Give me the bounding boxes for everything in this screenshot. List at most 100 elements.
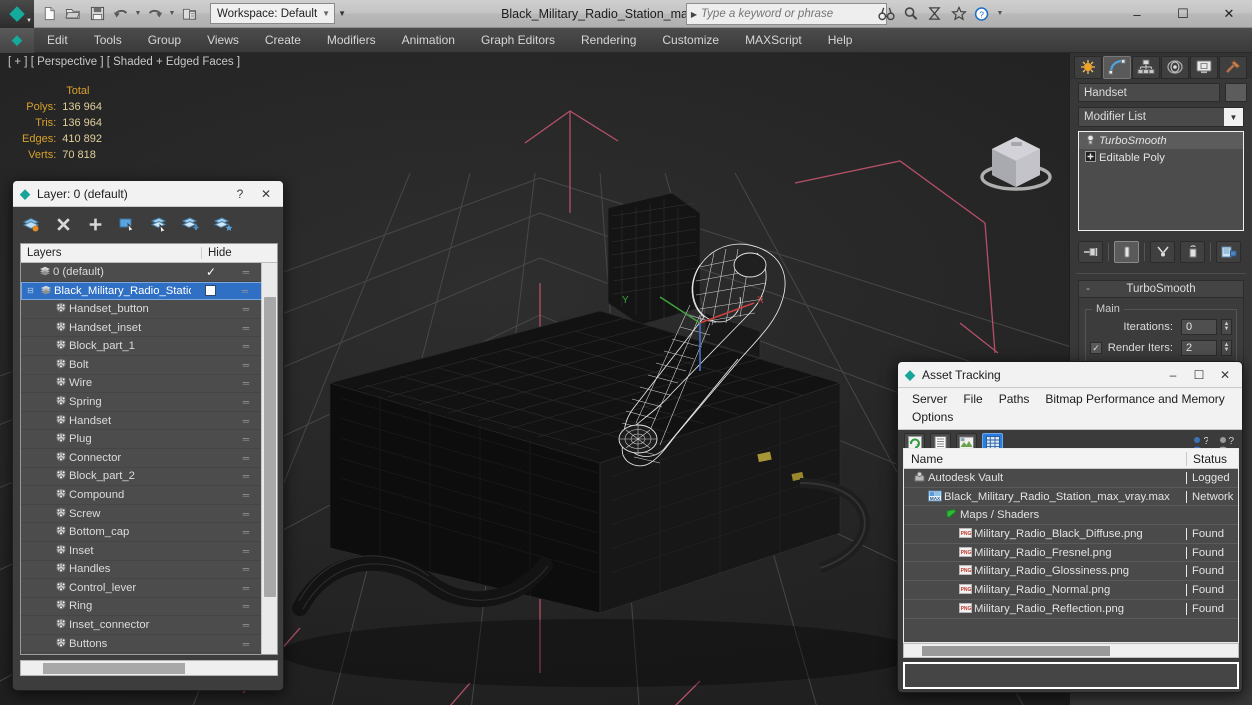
rollout-header[interactable]: - TurboSmooth	[1078, 280, 1244, 298]
asset-row[interactable]: Military_Radio_Glossiness.png Found	[904, 562, 1238, 582]
asset-row[interactable]: Autodesk Vault Logged	[904, 469, 1238, 488]
search-expand-icon[interactable]: ▶	[687, 10, 701, 19]
minimize-button[interactable]: –	[1114, 0, 1160, 28]
layer-freeze-cell[interactable]: ═	[230, 546, 262, 556]
spinner-icon[interactable]: ▲ ▼	[1221, 340, 1232, 356]
select-objects-in-layer-icon[interactable]	[115, 212, 139, 236]
search-input[interactable]	[701, 4, 886, 24]
layer-freeze-cell[interactable]: ═	[230, 620, 262, 630]
layer-help-button[interactable]: ?	[227, 182, 253, 206]
binoculars-icon[interactable]	[876, 3, 897, 24]
new-layer-from-selection-icon[interactable]	[211, 212, 235, 236]
asset-tracking-dialog[interactable]: ◆ Asset Tracking – ☐ ✕ Server File Paths Bi…	[897, 361, 1243, 693]
layer-list[interactable]: 0 (default) ✓ ═ ⊟ Black_Military_Radio_Stati…	[21, 263, 262, 654]
asset-horizontal-scrollbar[interactable]	[903, 643, 1239, 658]
layer-row[interactable]: Control_lever ═	[21, 579, 262, 598]
undo-dropdown-icon[interactable]: ▼	[134, 10, 142, 17]
asset-row[interactable]: MAX Black_Military_Radio_Station_max_vray…	[904, 488, 1238, 507]
layer-freeze-cell[interactable]: ═	[230, 583, 262, 593]
layer-hscroll-thumb[interactable]	[43, 663, 185, 674]
modifier-stack-row[interactable]: TurboSmooth	[1079, 132, 1243, 149]
asset-menu-bitmap-performance-and-memory[interactable]: Bitmap Performance and Memory	[1037, 390, 1232, 408]
menu-item-animation[interactable]: Animation	[389, 28, 468, 53]
layer-vertical-scrollbar[interactable]	[261, 263, 277, 654]
layer-hide-cell[interactable]: ✓	[192, 265, 230, 279]
layer-freeze-cell[interactable]: ═	[230, 341, 262, 351]
compass-icon[interactable]	[924, 3, 945, 24]
help-icon[interactable]: ?	[972, 3, 993, 24]
layer-freeze-cell[interactable]: ═	[230, 434, 262, 444]
asset-grid-rows[interactable]: Autodesk Vault Logged MAX Black_Military_Ra…	[904, 469, 1238, 619]
modifier-list-dropdown[interactable]: Modifier List ▼	[1078, 107, 1244, 127]
layer-row[interactable]: Wire ═	[21, 375, 262, 394]
expand-toggle-icon[interactable]: ⊟	[24, 286, 37, 295]
modifier-stack-row[interactable]: Editable Poly	[1079, 149, 1243, 166]
layer-freeze-cell[interactable]: ═	[230, 639, 262, 649]
asset-row[interactable]: Military_Radio_Fresnel.png Found	[904, 544, 1238, 563]
asset-row[interactable]: Military_Radio_Normal.png Found	[904, 581, 1238, 600]
field-value[interactable]: 2	[1181, 340, 1217, 356]
layer-freeze-cell[interactable]: ═	[229, 286, 261, 296]
layer-freeze-cell[interactable]: ═	[230, 564, 262, 574]
modifier-stack[interactable]: TurboSmooth Editable Poly	[1078, 131, 1244, 231]
hierarchy-tab[interactable]	[1132, 55, 1160, 79]
collapse-icon[interactable]: -	[1079, 283, 1097, 295]
menu-item-maxscript[interactable]: MAXScript	[732, 28, 815, 53]
workspace-selector[interactable]: Workspace: Default ▼	[210, 3, 336, 24]
asset-row[interactable]: Military_Radio_Black_Diffuse.png Found	[904, 525, 1238, 544]
asset-hscroll-thumb[interactable]	[922, 646, 1110, 656]
menu-item-graph-editors[interactable]: Graph Editors	[468, 28, 568, 53]
menu-item-group[interactable]: Group	[135, 28, 194, 53]
layer-freeze-cell[interactable]: ═	[230, 509, 262, 519]
open-file-icon[interactable]	[62, 3, 84, 25]
layer-freeze-cell[interactable]: ═	[230, 527, 262, 537]
layer-row[interactable]: 0 (default) ✓ ═	[21, 263, 262, 282]
turbosmooth-rollout[interactable]: - TurboSmooth Main Iterations: 0 ▲ ▼ ✓ Render…	[1078, 280, 1244, 372]
hide-checkbox[interactable]	[204, 285, 216, 297]
maximize-button[interactable]: ☐	[1160, 0, 1206, 28]
layer-row[interactable]: Bottom_cap ═	[21, 523, 262, 542]
asset-menu-server[interactable]: Server	[904, 390, 955, 408]
make-unique-button[interactable]	[1150, 241, 1175, 263]
layer-row[interactable]: Buttons ═	[21, 635, 262, 654]
asset-grid[interactable]: Name Status Autodesk Vault Logged MAX Black…	[903, 448, 1239, 643]
layer-row[interactable]: Panel═	[21, 653, 262, 654]
chevron-down-icon[interactable]: ▼	[1224, 108, 1243, 126]
menu-item-create[interactable]: Create	[252, 28, 314, 53]
search-box[interactable]: ▶	[686, 3, 887, 25]
add-layer-icon[interactable]	[83, 212, 107, 236]
layer-row[interactable]: Connector ═	[21, 449, 262, 468]
menu-item-tools[interactable]: Tools	[81, 28, 135, 53]
create-tab[interactable]	[1074, 55, 1102, 79]
display-tab[interactable]	[1190, 55, 1218, 79]
utilities-tab[interactable]	[1219, 55, 1247, 79]
layer-list-panel[interactable]: Layers Hide 0 (default) ✓ ═ ⊟ Black_Military…	[20, 243, 278, 655]
layer-row[interactable]: Compound ═	[21, 486, 262, 505]
layer-freeze-cell[interactable]: ═	[230, 490, 262, 500]
application-menu-button[interactable]: ◆ ▼	[0, 0, 34, 28]
asset-row[interactable]: Military_Radio_Reflection.png Found	[904, 600, 1238, 619]
menu-item-views[interactable]: Views	[194, 28, 252, 53]
remove-modifier-button[interactable]	[1180, 241, 1205, 263]
layer-freeze-cell[interactable]: ═	[230, 471, 262, 481]
asset-maximize-button[interactable]: ☐	[1186, 363, 1212, 387]
delete-layer-icon[interactable]	[51, 212, 75, 236]
workspace-dropdown-button[interactable]: ▼	[335, 3, 349, 24]
field-checkbox[interactable]: ✓	[1090, 342, 1102, 354]
save-file-icon[interactable]	[86, 3, 108, 25]
asset-menu-options[interactable]: Options	[904, 408, 961, 426]
layer-row[interactable]: ⊟ Black_Military_Radio_Station ═	[21, 281, 262, 301]
layer-freeze-cell[interactable]: ═	[230, 267, 262, 277]
layer-horizontal-scrollbar[interactable]	[20, 660, 278, 676]
redo-icon[interactable]	[144, 3, 166, 25]
asset-minimize-button[interactable]: –	[1160, 363, 1186, 387]
layer-freeze-cell[interactable]: ═	[230, 304, 262, 314]
magnifier-icon[interactable]	[900, 3, 921, 24]
new-file-icon[interactable]	[38, 3, 60, 25]
undo-icon[interactable]	[110, 3, 132, 25]
menu-item-modifiers[interactable]: Modifiers	[314, 28, 389, 53]
menu-item-help[interactable]: Help	[815, 28, 866, 53]
help-dropdown-icon[interactable]: ▼	[996, 10, 1004, 17]
star-icon[interactable]	[948, 3, 969, 24]
layer-freeze-cell[interactable]: ═	[230, 397, 262, 407]
